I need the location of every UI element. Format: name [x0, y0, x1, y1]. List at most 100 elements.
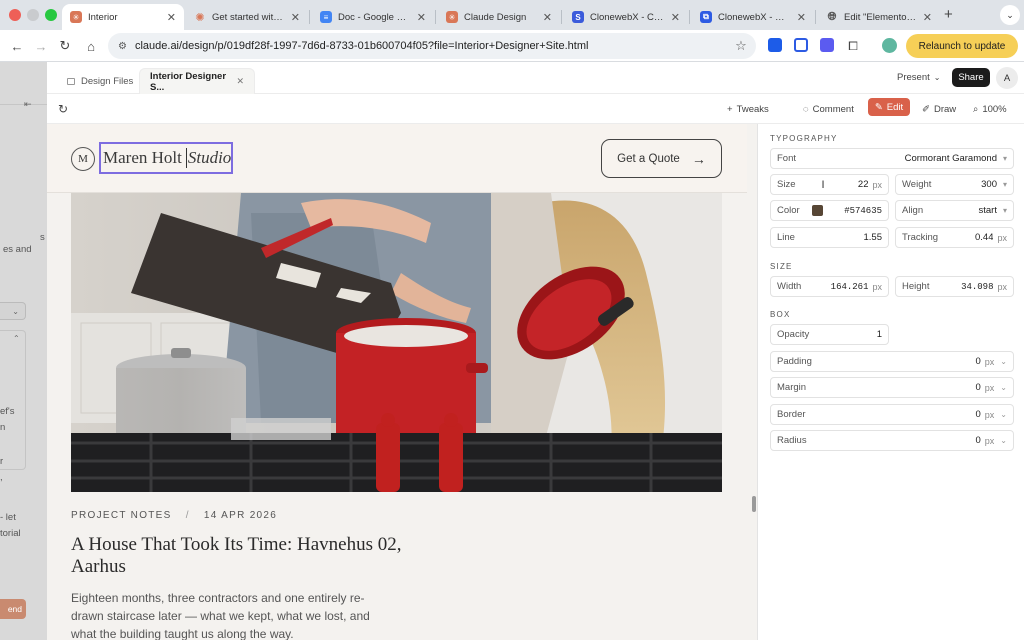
margin-field[interactable]: Margin 0 px ⌄ — [770, 377, 1014, 398]
border-field[interactable]: Border 0 px ⌄ — [770, 404, 1014, 425]
padding-field[interactable]: Padding 0 px ⌄ — [770, 351, 1014, 372]
site-settings-icon[interactable]: ⚙ — [118, 41, 127, 52]
browser-tab-claude-design[interactable]: ✳ Claude Design ✕ — [438, 4, 560, 30]
edit-button[interactable]: ✎ Edit — [868, 98, 910, 116]
brand-suffix: Studio — [185, 148, 232, 168]
color-swatch[interactable] — [811, 205, 823, 216]
address-bar[interactable]: ⚙ claude.ai/design/p/019df28f-1997-7d6d-… — [108, 33, 756, 59]
tab-search-chevron-icon[interactable]: ⌄ — [1000, 5, 1020, 25]
send-button[interactable]: end — [0, 599, 26, 619]
color-field[interactable]: Color #574635 — [770, 200, 889, 221]
padding-unit: px — [984, 356, 995, 367]
tweaks-button[interactable]: + Tweaks — [727, 101, 769, 117]
canvas-scrollbar[interactable] — [752, 496, 756, 512]
font-select[interactable]: Font Cormorant Garamond ▾ — [770, 148, 1014, 169]
chevron-down-icon[interactable]: ⌄ — [1000, 383, 1007, 392]
cta-label: Get a Quote — [617, 152, 680, 165]
expand-chevron-icon[interactable]: ⌃ — [13, 334, 20, 343]
relaunch-to-update-button[interactable]: Relaunch to update — [906, 34, 1018, 58]
padding-value: 0 — [975, 356, 981, 367]
user-avatar[interactable]: A — [996, 67, 1018, 89]
panel-collapse-icon[interactable]: ⇤ — [24, 99, 32, 110]
radius-field[interactable]: Radius 0 px ⌄ — [770, 430, 1014, 451]
chevron-down-icon[interactable]: ⌄ — [1000, 357, 1007, 366]
minimize-window-button[interactable] — [27, 9, 39, 21]
extension-arrow-icon[interactable] — [768, 38, 782, 52]
tab-title: Claude Design — [464, 11, 527, 23]
extension-copy-icon[interactable] — [794, 38, 808, 52]
home-icon[interactable]: ⌂ — [82, 37, 100, 55]
new-tab-button[interactable]: + — [944, 6, 953, 23]
close-tab-icon[interactable]: ✕ — [291, 11, 300, 24]
logo-monogram[interactable]: M — [71, 147, 95, 171]
reload-icon[interactable]: ↻ — [56, 37, 74, 55]
plus-icon: + — [727, 103, 733, 115]
align-label: Align — [902, 205, 924, 216]
share-button[interactable]: Share — [952, 68, 990, 87]
browser-tab-clonewebx[interactable]: S ClonewebX - Clone ✕ — [564, 4, 688, 30]
browser-tab-google-docs[interactable]: ≡ Doc - Google Docs ✕ — [312, 4, 434, 30]
tab-divider — [815, 10, 816, 24]
close-tab-icon[interactable]: ✕ — [923, 11, 932, 24]
post-meta: PROJECT NOTES / 14 APR 2026 — [71, 510, 277, 521]
width-unit: px — [872, 281, 882, 292]
margin-label: Margin — [777, 382, 807, 393]
close-tab-icon[interactable]: ✕ — [671, 11, 680, 24]
tab-title: Get started with Cl — [212, 11, 285, 23]
size-field[interactable]: Size I 22 px — [770, 174, 889, 195]
line-value: 1.55 — [863, 232, 883, 243]
align-select[interactable]: Align start ▾ — [895, 200, 1014, 221]
tab-title: ClonewebX - Softw — [718, 11, 791, 23]
opacity-field[interactable]: Opacity 1 — [770, 324, 889, 345]
line-height-field[interactable]: Line 1.55 — [770, 227, 889, 248]
box-heading: BOX — [770, 310, 791, 319]
collapse-chevron-icon[interactable]: ⌄ — [0, 302, 26, 320]
size-heading: SIZE — [770, 262, 793, 271]
chevron-down-icon[interactable]: ⌄ — [1000, 410, 1007, 419]
profile-avatar-icon[interactable] — [882, 38, 897, 53]
close-tab-icon[interactable]: ✕ — [543, 11, 552, 24]
weight-select[interactable]: Weight 300 ▾ — [895, 174, 1014, 195]
close-tab-icon[interactable]: ✕ — [797, 11, 806, 24]
maximize-window-button[interactable] — [45, 9, 57, 21]
opacity-value: 1 — [876, 329, 882, 340]
comment-button[interactable]: ◌ Comment — [803, 101, 854, 117]
chat-text-fragment: - let — [0, 512, 16, 523]
post-headline[interactable]: A House That Took Its Time: Havnehus 02,… — [71, 534, 431, 578]
extension-square-icon[interactable] — [820, 38, 834, 52]
extensions-puzzle-icon[interactable]: ⧠ — [844, 37, 862, 55]
design-toolbar: ↻ + Tweaks ◌ Comment ✎ Edit ✐ Draw ⌕ 100… — [47, 94, 1024, 124]
tab-title: Edit "Elementor # — [844, 11, 917, 23]
close-tab-icon[interactable]: ✕ — [236, 76, 244, 87]
browser-tab-interior[interactable]: ✳ Interior ✕ — [62, 4, 184, 30]
chat-text-fragment: s — [40, 232, 45, 243]
draw-button[interactable]: ✐ Draw — [922, 101, 956, 117]
post-date: 14 APR 2026 — [203, 510, 278, 521]
present-button[interactable]: Present ⌄ — [897, 72, 940, 83]
bookmark-star-icon[interactable]: ☆ — [732, 37, 750, 55]
relaunch-label: Relaunch to update — [918, 40, 1006, 52]
zoom-control[interactable]: ⌕ 100% — [973, 101, 1007, 117]
height-field[interactable]: Height 34.098 px — [895, 276, 1014, 297]
chevron-down-icon[interactable]: ⌄ — [1000, 436, 1007, 445]
browser-tab-elementor[interactable]: 🌐︎ Edit "Elementor # ✕ — [818, 4, 940, 30]
close-tab-icon[interactable]: ✕ — [167, 11, 176, 24]
get-a-quote-button[interactable]: Get a Quote → — [601, 139, 722, 178]
brand-wordmark-selected[interactable]: Maren Holt Studio — [99, 142, 233, 174]
back-arrow-icon[interactable]: ← — [8, 37, 26, 55]
refresh-preview-icon[interactable]: ↻ — [58, 101, 68, 117]
browser-tab-get-started[interactable]: ✺ Get started with Cl ✕ — [186, 4, 308, 30]
close-tab-icon[interactable]: ✕ — [417, 11, 426, 24]
height-unit: px — [997, 281, 1007, 292]
site-header: M Maren Holt Studio Get a Quote → — [47, 124, 747, 193]
width-field[interactable]: Width 164.261 px — [770, 276, 889, 297]
tab-interior-designer-site[interactable]: Interior Designer S... ✕ — [139, 68, 255, 94]
tracking-field[interactable]: Tracking 0.44 px — [895, 227, 1014, 248]
close-window-button[interactable] — [9, 9, 21, 21]
tab-design-files[interactable]: Design Files — [57, 68, 143, 94]
padding-label: Padding — [777, 356, 812, 367]
design-canvas[interactable]: M Maren Holt Studio Get a Quote → PROJEC… — [47, 124, 757, 640]
browser-tab-strip: ✳ Interior ✕ ✺ Get started with Cl ✕ ≡ D… — [0, 0, 1024, 30]
forward-arrow-icon[interactable]: → — [32, 37, 50, 55]
browser-tab-clonewebx-software[interactable]: ⧉ ClonewebX - Softw ✕ — [692, 4, 814, 30]
